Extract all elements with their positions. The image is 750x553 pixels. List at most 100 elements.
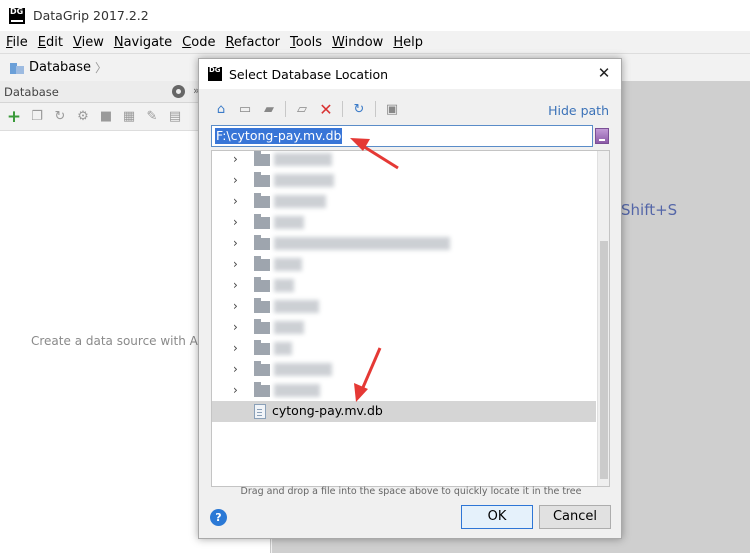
shortcut-hint: Shift+S <box>621 201 678 219</box>
chevron-right-icon[interactable]: › <box>233 236 238 250</box>
add-icon[interactable]: + <box>6 107 22 127</box>
tree-row-folder[interactable]: › <box>212 233 596 254</box>
ok-button[interactable]: OK <box>461 505 533 529</box>
redacted-name <box>274 321 304 334</box>
edit-source-icon[interactable]: ✎ <box>144 109 160 125</box>
redacted-name <box>274 237 450 250</box>
dialog-toolbar: ⌂ ▭ ▰ ▱ ✕ ↻ ▣ <box>211 99 402 119</box>
tree-row-folder[interactable]: › <box>212 275 596 296</box>
folder-icon <box>254 193 270 208</box>
new-folder-icon[interactable]: ▱ <box>292 99 312 119</box>
tool-window-title: Database <box>4 84 59 99</box>
refresh-icon[interactable]: ↻ <box>52 109 68 125</box>
path-input[interactable]: F:\cytong-pay.mv.db <box>211 125 593 147</box>
redacted-name <box>274 195 326 208</box>
database-icon <box>10 61 25 74</box>
toolbar-separator <box>375 101 376 117</box>
path-input-value[interactable]: F:\cytong-pay.mv.db <box>215 128 343 144</box>
folder-icon <box>254 151 270 166</box>
chevron-right-icon[interactable]: › <box>233 173 238 187</box>
console-icon[interactable]: ▤ <box>167 109 183 125</box>
menu-window[interactable]: Window <box>332 35 383 50</box>
menu-code[interactable]: Code <box>182 35 215 50</box>
menu-navigate[interactable]: Navigate <box>114 35 172 50</box>
vertical-scrollbar[interactable] <box>597 151 609 486</box>
redacted-name <box>274 258 302 271</box>
history-icon[interactable] <box>595 128 609 144</box>
redacted-name <box>274 153 332 166</box>
tree-row-selected-file[interactable]: cytong-pay.mv.db <box>212 401 596 422</box>
dialog-titlebar: DG Select Database Location ✕ <box>199 59 621 89</box>
chevron-right-icon: 〉 <box>95 61 108 75</box>
show-hidden-icon[interactable]: ▣ <box>382 99 402 119</box>
redacted-name <box>274 363 332 376</box>
tree-row-folder[interactable]: › <box>212 254 596 275</box>
app-logo-icon: DG <box>9 7 25 24</box>
properties-icon[interactable]: ⚙ <box>75 109 91 125</box>
redacted-name <box>274 384 320 397</box>
home-icon[interactable]: ⌂ <box>211 99 231 119</box>
chevron-right-icon[interactable]: › <box>233 257 238 271</box>
menu-view[interactable]: View <box>73 35 104 50</box>
menu-file[interactable]: File <box>6 35 28 50</box>
chevron-right-icon[interactable]: › <box>233 194 238 208</box>
chevron-right-icon[interactable]: › <box>233 152 238 166</box>
app-title: DataGrip 2017.2.2 <box>33 8 149 23</box>
chevron-right-icon[interactable]: › <box>233 362 238 376</box>
file-icon <box>254 404 266 419</box>
folder-icon <box>254 319 270 334</box>
breadcrumb-database[interactable]: Database <box>29 60 91 75</box>
folder-icon <box>254 172 270 187</box>
tree-row-folder[interactable]: › <box>212 296 596 317</box>
redacted-name <box>274 174 334 187</box>
table-icon[interactable]: ▦ <box>121 109 137 125</box>
folder-icon <box>254 214 270 229</box>
project-folder-icon[interactable]: ▰ <box>259 99 279 119</box>
file-tree[interactable]: › › › › › › › › › › › › cytong-pay.mv.db <box>211 150 610 487</box>
hide-path-link[interactable]: Hide path <box>548 103 609 118</box>
tree-row-folder[interactable]: › <box>212 151 596 170</box>
delete-icon[interactable]: ✕ <box>316 99 336 119</box>
menu-bar: File Edit View Navigate Code Refactor To… <box>0 31 750 53</box>
redacted-name <box>274 300 319 313</box>
refresh-icon[interactable]: ↻ <box>349 99 369 119</box>
gear-icon[interactable] <box>172 85 185 98</box>
folder-icon <box>254 277 270 292</box>
tree-row-folder[interactable]: › <box>212 170 596 191</box>
desktop-icon[interactable]: ▭ <box>235 99 255 119</box>
chevron-right-icon[interactable]: › <box>233 299 238 313</box>
redacted-name <box>274 216 304 229</box>
file-name[interactable]: cytong-pay.mv.db <box>272 403 383 418</box>
menu-help[interactable]: Help <box>393 35 423 50</box>
chevron-right-icon[interactable]: › <box>233 341 238 355</box>
dialog-title: Select Database Location <box>229 66 389 82</box>
chevron-right-icon[interactable]: › <box>233 278 238 292</box>
tree-row-folder[interactable]: › <box>212 338 596 359</box>
folder-icon <box>254 340 270 355</box>
menu-tools[interactable]: Tools <box>290 35 322 50</box>
stop-icon[interactable]: ■ <box>98 109 114 125</box>
tree-row-folder[interactable]: › <box>212 317 596 338</box>
chevron-right-icon[interactable]: › <box>233 320 238 334</box>
close-icon[interactable]: ✕ <box>595 64 613 82</box>
chevron-right-icon[interactable]: › <box>233 215 238 229</box>
cancel-button[interactable]: Cancel <box>539 505 611 529</box>
dialog-logo-icon: DG <box>208 67 222 81</box>
redacted-name <box>274 279 294 292</box>
menu-refactor[interactable]: Refactor <box>225 35 280 50</box>
chevron-right-icon[interactable]: › <box>233 383 238 397</box>
folder-icon <box>254 361 270 376</box>
help-icon[interactable]: ? <box>210 509 227 526</box>
menu-edit[interactable]: Edit <box>38 35 63 50</box>
folder-icon <box>254 235 270 250</box>
tree-row-folder[interactable]: › <box>212 380 596 401</box>
select-database-location-dialog: DG Select Database Location ✕ ⌂ ▭ ▰ ▱ ✕ … <box>198 58 622 539</box>
tree-row-folder[interactable]: › <box>212 212 596 233</box>
copy-icon[interactable]: ❐ <box>29 109 45 125</box>
toolbar-separator <box>342 101 343 117</box>
folder-icon <box>254 256 270 271</box>
scrollbar-thumb[interactable] <box>600 241 608 479</box>
redacted-name <box>274 342 292 355</box>
tree-row-folder[interactable]: › <box>212 191 596 212</box>
tree-row-folder[interactable]: › <box>212 359 596 380</box>
